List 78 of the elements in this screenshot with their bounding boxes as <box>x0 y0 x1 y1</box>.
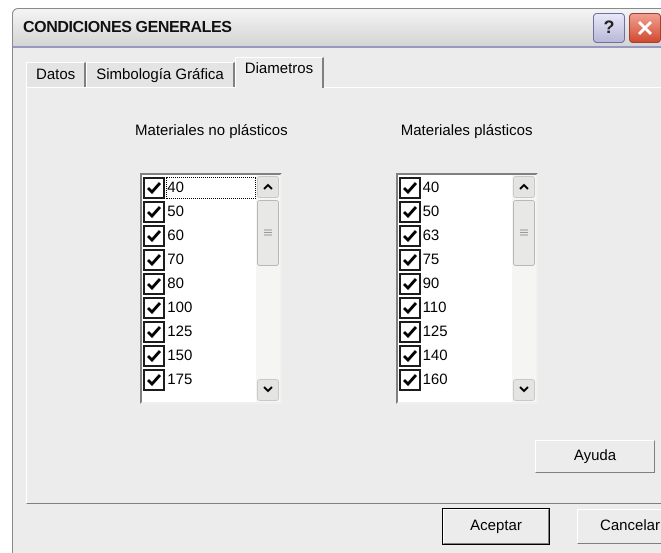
checkmark-icon <box>402 348 418 362</box>
list-item[interactable]: 50 <box>422 200 444 222</box>
help-button[interactable]: Ayuda <box>535 440 655 472</box>
checkbox[interactable] <box>398 320 421 342</box>
checkmark-icon <box>402 324 418 338</box>
scrollbar[interactable] <box>256 174 280 402</box>
list-item[interactable]: 150 <box>166 344 198 366</box>
checkmark-icon <box>146 372 162 386</box>
tab[interactable]: Diametros <box>234 57 324 88</box>
tab[interactable]: Datos <box>26 62 86 87</box>
checkbox[interactable] <box>143 224 166 246</box>
list-title: Materiales plásticos <box>400 121 532 141</box>
grip-icon <box>264 229 272 236</box>
checkmark-icon <box>146 252 162 266</box>
list-item[interactable]: 175 <box>166 368 198 390</box>
list-item[interactable]: 60 <box>166 224 189 246</box>
list-item[interactable]: 160 <box>422 368 453 390</box>
scroll-thumb[interactable] <box>512 200 535 266</box>
checkmark-icon <box>402 300 418 314</box>
chevron-down-icon <box>263 386 274 393</box>
list-item[interactable]: 75 <box>422 248 444 270</box>
scroll-down-button[interactable] <box>257 378 280 400</box>
list-item[interactable]: 140 <box>422 344 453 366</box>
checkmark-icon <box>146 228 162 242</box>
checkmark-icon <box>402 180 418 194</box>
tab[interactable]: Simbología Gráfica <box>86 62 235 87</box>
scrollbar[interactable] <box>512 174 536 402</box>
checkbox[interactable] <box>143 248 166 270</box>
list-item[interactable]: 110 <box>422 296 452 318</box>
checkbox[interactable] <box>143 320 166 342</box>
list-item[interactable]: 50 <box>166 200 189 222</box>
checkbox[interactable] <box>398 200 421 222</box>
chevron-down-icon <box>518 386 529 393</box>
list-item[interactable]: 125 <box>422 320 453 342</box>
dialog-button[interactable]: Aceptar <box>443 509 549 544</box>
list-item[interactable]: 40 <box>422 176 444 198</box>
list-item[interactable]: 80 <box>166 272 189 294</box>
list-item[interactable]: 90 <box>422 272 444 294</box>
checkmark-icon <box>146 324 162 338</box>
list-item[interactable]: 100 <box>166 296 198 318</box>
grip-icon <box>520 229 528 236</box>
checkmark-icon <box>146 204 162 218</box>
checkbox[interactable] <box>143 344 166 366</box>
checkbox[interactable] <box>398 368 421 390</box>
checkmark-icon <box>146 348 162 362</box>
scroll-up-button[interactable] <box>512 176 535 198</box>
checkbox[interactable] <box>398 224 421 246</box>
checkbox[interactable] <box>143 368 166 390</box>
window-title: CONDICIONES GENERALES <box>23 18 232 38</box>
scroll-up-button[interactable] <box>257 176 280 198</box>
checkbox[interactable] <box>398 272 421 294</box>
checkbox[interactable] <box>398 176 421 198</box>
list-item[interactable]: 70 <box>166 248 189 270</box>
checkbox[interactable] <box>143 272 166 294</box>
list-item[interactable]: 125 <box>166 320 198 342</box>
checkbox[interactable] <box>398 296 421 318</box>
scroll-down-button[interactable] <box>512 378 535 400</box>
checkmark-icon <box>146 180 162 194</box>
close-icon[interactable] <box>629 12 661 42</box>
scroll-thumb[interactable] <box>257 200 280 266</box>
checkmark-icon <box>402 204 418 218</box>
dialog-button[interactable]: Cancelar <box>577 509 661 544</box>
checkbox[interactable] <box>398 344 421 366</box>
checkmark-icon <box>402 252 418 266</box>
checkbox[interactable] <box>143 296 166 318</box>
checkbox[interactable] <box>398 248 421 270</box>
checkmark-icon <box>146 276 162 290</box>
list-title: Materiales no plásticos <box>135 121 288 141</box>
checkbox[interactable] <box>143 200 166 222</box>
chevron-up-icon <box>263 183 274 190</box>
checkmark-icon <box>402 372 418 386</box>
checkmark-icon <box>402 228 418 242</box>
chevron-up-icon <box>518 183 529 190</box>
checkmark-icon <box>402 276 418 290</box>
checkmark-icon <box>146 300 162 314</box>
list-item[interactable]: 63 <box>422 224 444 246</box>
help-icon[interactable]: ? <box>593 12 625 42</box>
checkbox[interactable] <box>143 176 166 198</box>
